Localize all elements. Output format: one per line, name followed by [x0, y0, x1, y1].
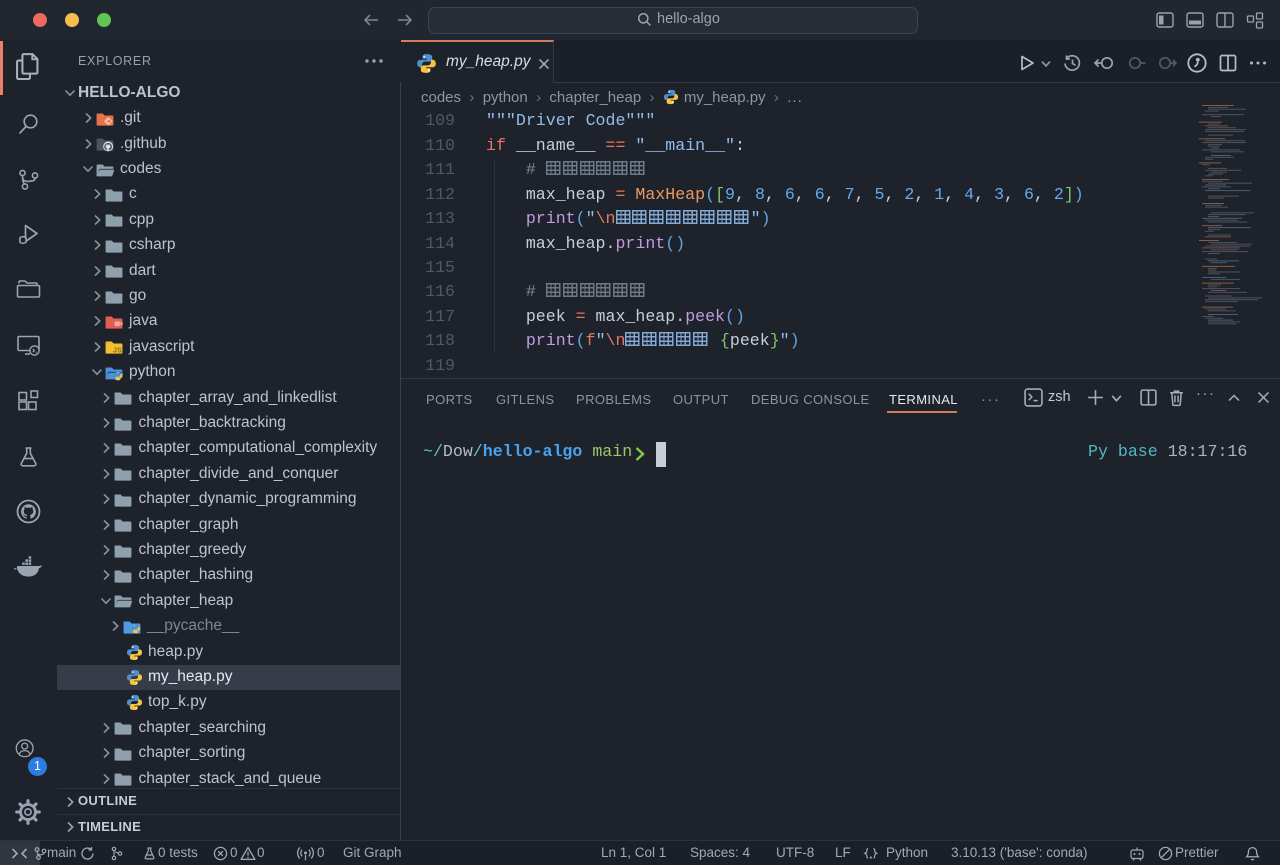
svg-text:JS: JS [113, 346, 122, 355]
